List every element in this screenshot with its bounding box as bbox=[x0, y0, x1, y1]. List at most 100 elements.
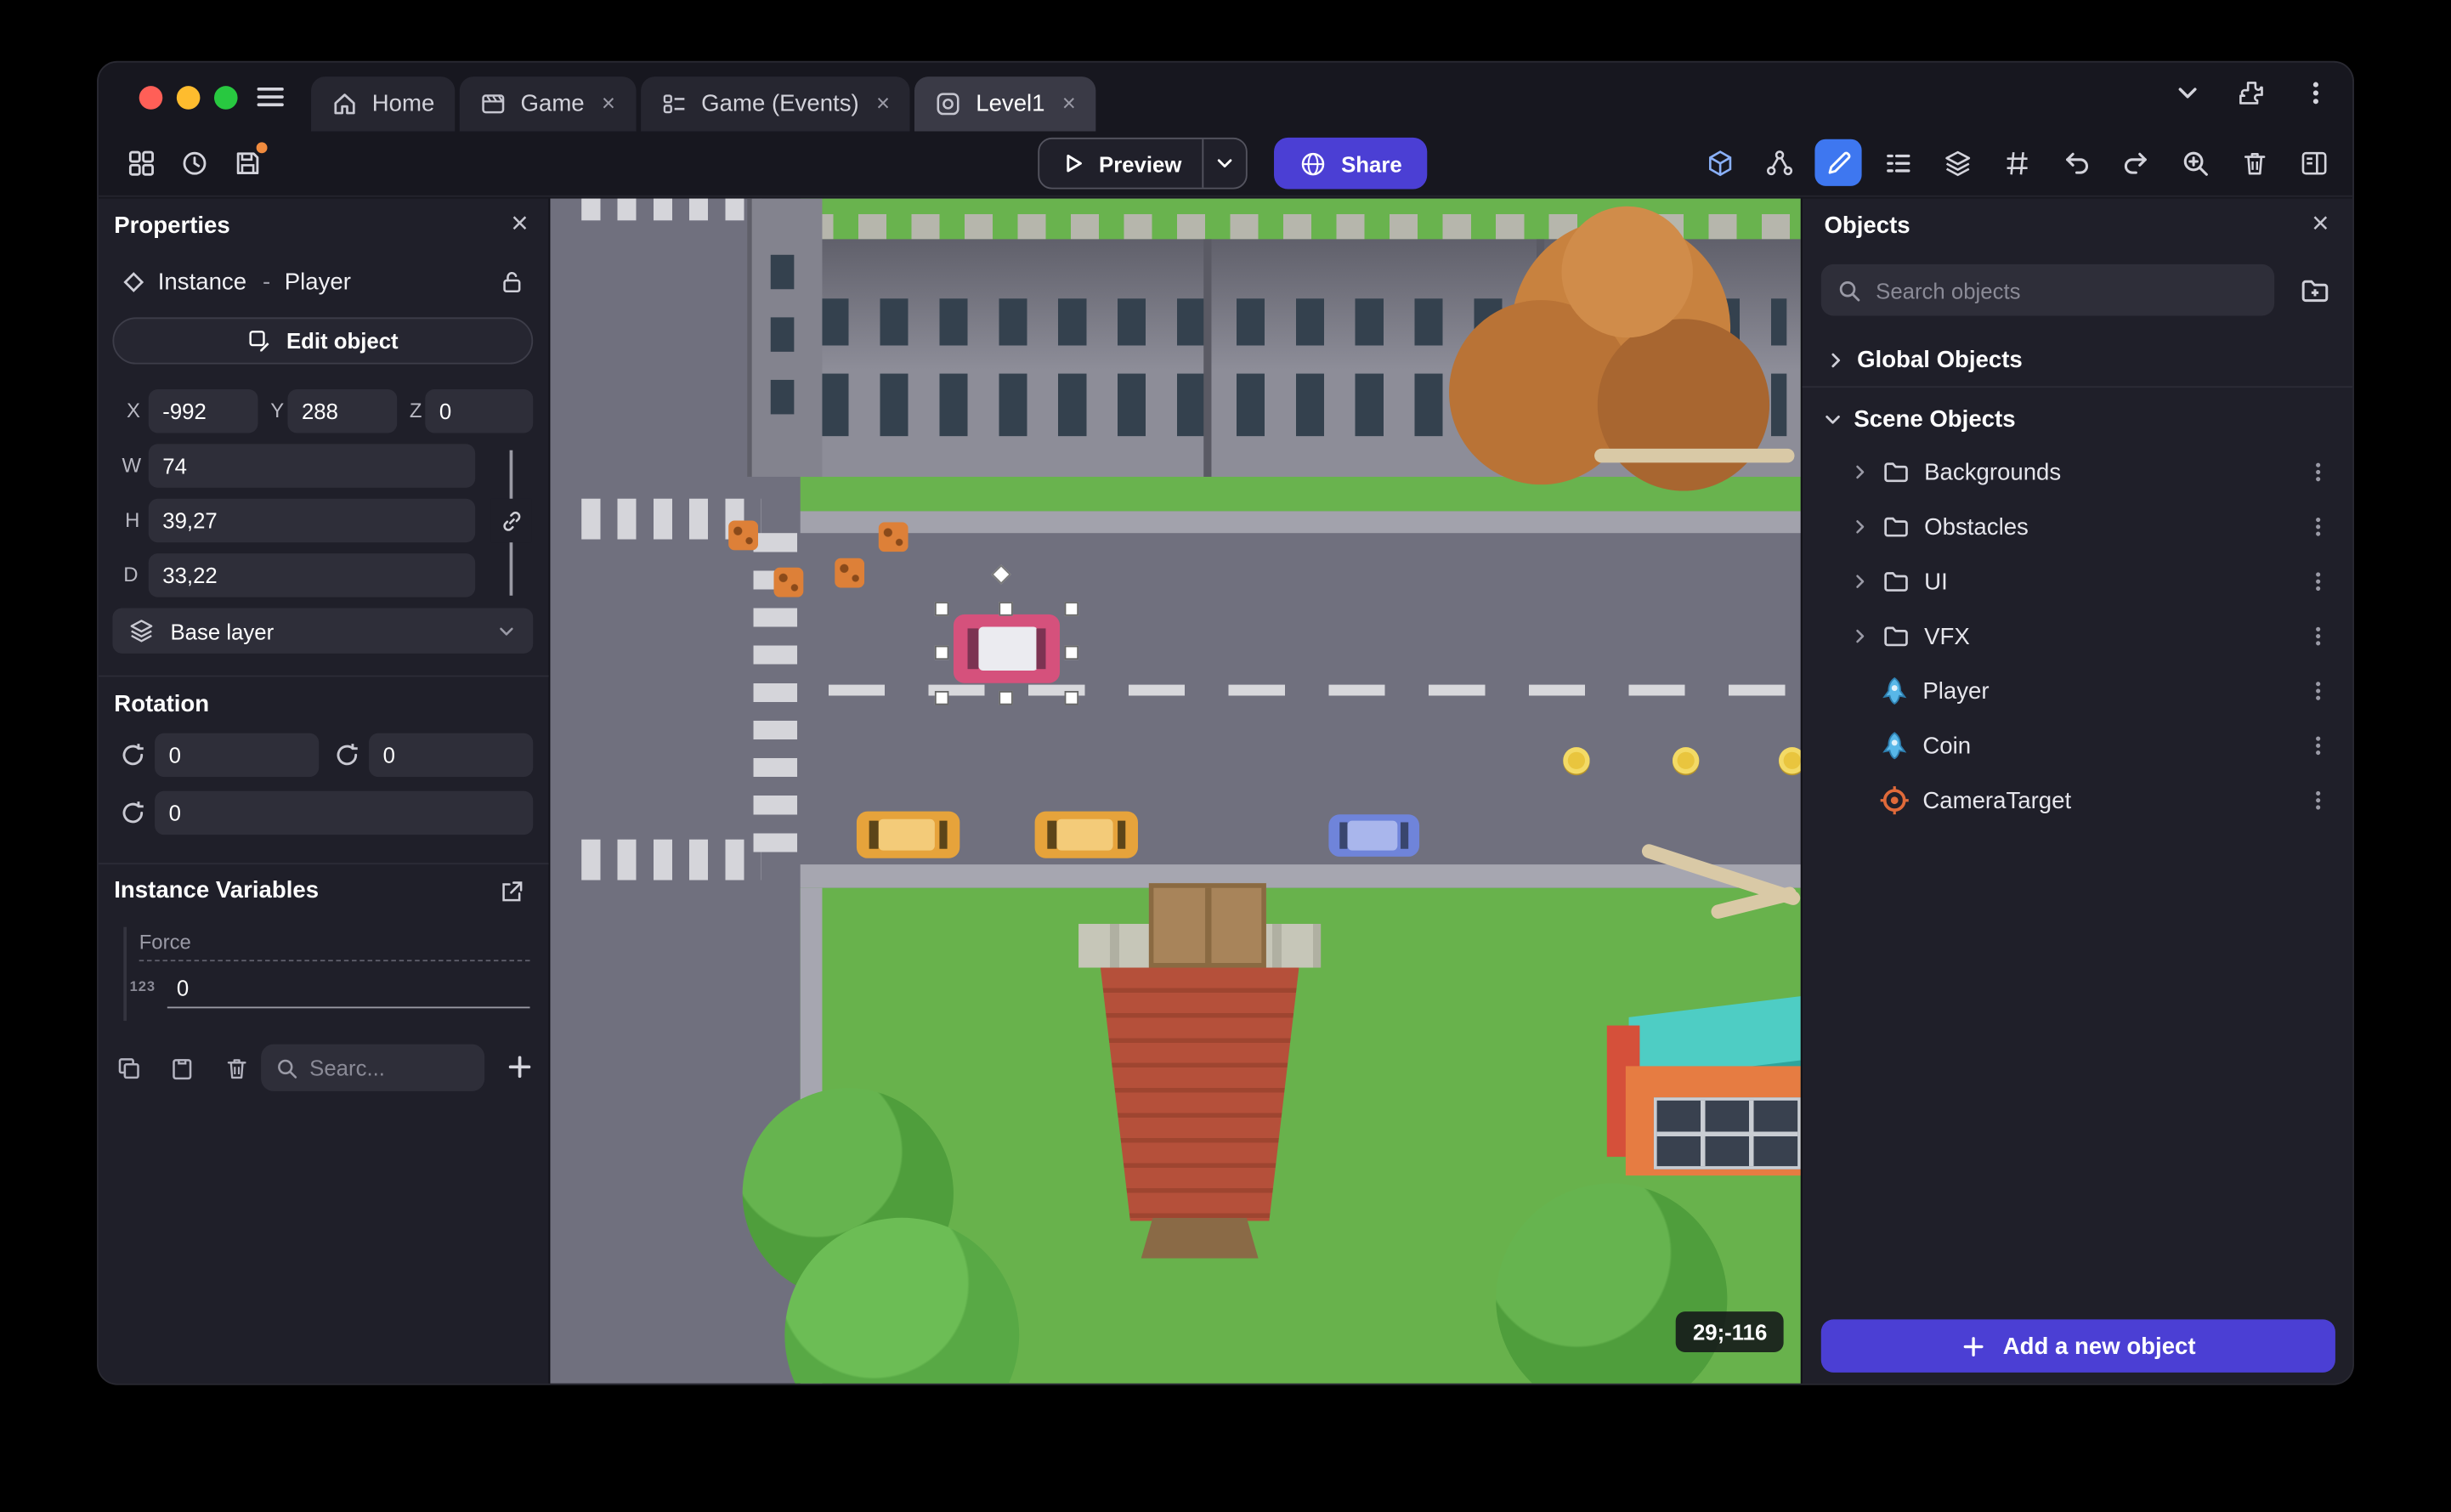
chevron-down-icon[interactable] bbox=[2173, 78, 2203, 108]
h-input[interactable] bbox=[148, 498, 476, 543]
objects-search-input[interactable] bbox=[1876, 277, 2259, 303]
tab-home[interactable]: Home bbox=[311, 76, 456, 132]
add-folder-icon[interactable] bbox=[2300, 275, 2331, 307]
rotate-handle[interactable] bbox=[991, 564, 1011, 585]
yellow-car[interactable] bbox=[856, 811, 960, 858]
close-panel-icon[interactable]: × bbox=[2312, 209, 2329, 239]
variable-search[interactable] bbox=[261, 1044, 485, 1091]
chevron-right-icon[interactable] bbox=[1849, 462, 1871, 484]
scene-canvas[interactable]: 29;-116 bbox=[550, 198, 1801, 1384]
folder-row-obstacles[interactable]: Obstacles bbox=[1803, 501, 2352, 554]
resize-handle[interactable] bbox=[1064, 645, 1079, 660]
tower-building[interactable] bbox=[1078, 883, 1322, 1261]
coin[interactable] bbox=[1673, 747, 1700, 774]
macos-zoom-button[interactable] bbox=[213, 86, 238, 110]
object-row-player[interactable]: Player bbox=[1803, 665, 2352, 718]
editor-settings-button[interactable] bbox=[2290, 139, 2337, 186]
resize-handle[interactable] bbox=[934, 602, 949, 616]
preview-dropdown[interactable] bbox=[1202, 139, 1246, 188]
grid-button[interactable] bbox=[1993, 139, 2040, 186]
tab-level1[interactable]: Level1 × bbox=[914, 76, 1096, 132]
redo-button[interactable] bbox=[2112, 139, 2159, 186]
add-variable-button[interactable] bbox=[501, 1049, 535, 1083]
folder-row-backgrounds[interactable]: Backgrounds bbox=[1803, 445, 2352, 499]
obstacle-crate[interactable] bbox=[773, 567, 804, 597]
kebab-menu-icon[interactable] bbox=[2306, 569, 2330, 594]
extension-puzzle-icon[interactable] bbox=[2237, 78, 2267, 108]
tab-close-icon[interactable]: × bbox=[1062, 93, 1076, 116]
save-button[interactable] bbox=[224, 139, 270, 186]
chevron-right-icon[interactable] bbox=[1849, 626, 1871, 648]
w-input[interactable] bbox=[148, 444, 476, 488]
folder-row-vfx[interactable]: VFX bbox=[1803, 609, 2352, 663]
zoom-button[interactable] bbox=[2171, 139, 2218, 186]
player-car-selected[interactable] bbox=[953, 614, 1061, 683]
z-input[interactable] bbox=[425, 388, 534, 433]
chevron-right-icon[interactable] bbox=[1849, 516, 1871, 538]
variable-value[interactable]: 0 bbox=[167, 968, 530, 1009]
objects-search[interactable] bbox=[1820, 263, 2275, 316]
3d-view-button[interactable] bbox=[1696, 139, 1743, 186]
autumn-tree[interactable] bbox=[1449, 206, 1801, 527]
history-button[interactable] bbox=[170, 139, 217, 186]
kebab-menu-icon[interactable] bbox=[2301, 78, 2330, 108]
open-in-new-icon[interactable] bbox=[499, 879, 525, 905]
object-row-cameratarget[interactable]: CameraTarget bbox=[1803, 773, 2352, 827]
close-panel-icon[interactable]: × bbox=[511, 209, 528, 239]
edit-object-button[interactable]: Edit object bbox=[112, 317, 534, 365]
d-input[interactable] bbox=[148, 553, 476, 597]
side-building[interactable] bbox=[747, 198, 823, 477]
preview-main[interactable]: Preview bbox=[1039, 139, 1202, 188]
tab-game[interactable]: Game × bbox=[459, 76, 636, 132]
object-row-coin[interactable]: Coin bbox=[1803, 719, 2352, 773]
chevron-down-icon[interactable] bbox=[1821, 407, 1845, 431]
teal-roof-building[interactable] bbox=[1606, 988, 1801, 1183]
variable-search-input[interactable] bbox=[309, 1055, 471, 1080]
x-input[interactable] bbox=[148, 388, 258, 433]
object-list-button[interactable] bbox=[1874, 139, 1921, 186]
share-button[interactable]: Share bbox=[1274, 137, 1428, 190]
kebab-menu-icon[interactable] bbox=[2306, 733, 2330, 758]
chevron-right-icon[interactable] bbox=[1849, 570, 1871, 592]
layers-button[interactable] bbox=[1933, 139, 1980, 186]
chevron-right-icon[interactable] bbox=[1824, 348, 1848, 371]
y-input[interactable] bbox=[287, 388, 398, 433]
lock-open-icon[interactable] bbox=[499, 269, 525, 295]
delete-variable-button[interactable] bbox=[219, 1050, 253, 1084]
copy-variable-button[interactable] bbox=[111, 1050, 145, 1084]
obstacle-crate[interactable] bbox=[728, 520, 759, 551]
kebab-menu-icon[interactable] bbox=[2306, 514, 2330, 539]
variable-name[interactable]: Force bbox=[139, 927, 530, 962]
paste-variable-button[interactable] bbox=[164, 1050, 198, 1084]
resize-handle[interactable] bbox=[1064, 602, 1079, 616]
layer-select[interactable]: Base layer bbox=[112, 608, 534, 654]
coin[interactable] bbox=[1563, 747, 1590, 774]
coin[interactable] bbox=[1779, 747, 1801, 774]
tab-game-events[interactable]: Game (Events) × bbox=[640, 76, 910, 132]
rotation-z-input[interactable] bbox=[155, 790, 534, 835]
add-new-object-button[interactable]: Add a new object bbox=[1820, 1319, 2335, 1373]
undo-button[interactable] bbox=[2052, 139, 2099, 186]
obstacle-crate[interactable] bbox=[835, 558, 865, 588]
scene-graph-button[interactable] bbox=[1756, 139, 1803, 186]
kebab-menu-icon[interactable] bbox=[2306, 678, 2330, 703]
tab-close-icon[interactable]: × bbox=[876, 93, 890, 116]
resize-handle[interactable] bbox=[934, 645, 949, 660]
yellow-car[interactable] bbox=[1034, 811, 1138, 858]
kebab-menu-icon[interactable] bbox=[2306, 788, 2330, 813]
group-global-objects[interactable]: Global Objects bbox=[1803, 333, 2352, 387]
obstacle-crate[interactable] bbox=[878, 522, 909, 552]
kebab-menu-icon[interactable] bbox=[2306, 460, 2330, 484]
blue-car[interactable] bbox=[1328, 814, 1420, 857]
menu-icon[interactable] bbox=[252, 80, 289, 114]
proportional-resize-toggle[interactable] bbox=[490, 498, 532, 543]
macos-minimize-button[interactable] bbox=[176, 86, 201, 110]
kebab-menu-icon[interactable] bbox=[2306, 624, 2330, 648]
macos-close-button[interactable] bbox=[139, 86, 163, 110]
layout-panels-button[interactable] bbox=[117, 139, 164, 186]
tab-close-icon[interactable]: × bbox=[602, 93, 615, 116]
rotation-y-input[interactable] bbox=[369, 733, 534, 778]
delete-button[interactable] bbox=[2231, 139, 2278, 186]
group-scene-objects[interactable]: Scene Objects bbox=[1803, 393, 2352, 446]
preview-button[interactable]: Preview bbox=[1038, 137, 1248, 190]
